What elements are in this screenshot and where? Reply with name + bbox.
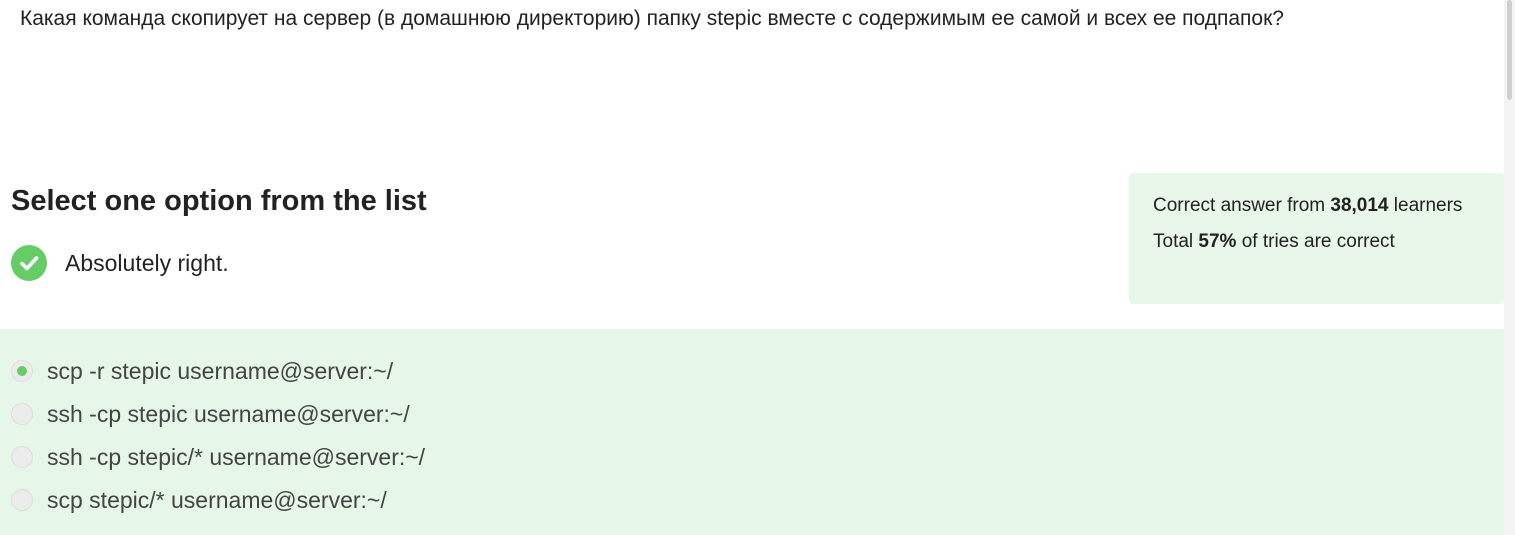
radio-dot (17, 366, 27, 376)
feedback-row: Absolutely right. (11, 245, 229, 281)
option-item[interactable]: scp stepic/* username@server:~/ (11, 485, 387, 515)
scrollbar-thumb[interactable] (1507, 0, 1512, 100)
stats-learners-suffix: learners (1388, 195, 1463, 216)
question-text: Какая команда скопирует на сервер (в дом… (20, 7, 1284, 30)
stats-total-prefix: Total (1153, 231, 1199, 252)
option-label: scp stepic/* username@server:~/ (47, 486, 387, 513)
stats-total-suffix: of tries are correct (1236, 231, 1395, 252)
quiz-page: Какая команда скопирует на сервер (в дом… (0, 0, 1515, 535)
vertical-scrollbar[interactable] (1504, 0, 1515, 535)
check-circle-icon (11, 245, 47, 281)
feedback-text: Absolutely right. (65, 249, 229, 276)
section-title: Select one option from the list (11, 185, 427, 217)
stats-panel: Correct answer from 38,014 learners Tota… (1129, 173, 1504, 304)
stats-total-correct: Total 57% of tries are correct (1153, 227, 1480, 257)
option-item[interactable]: ssh -cp stepic/* username@server:~/ (11, 442, 425, 472)
radio-button[interactable] (11, 446, 33, 468)
option-item[interactable]: ssh -cp stepic username@server:~/ (11, 399, 410, 429)
radio-button[interactable] (11, 403, 33, 425)
option-item[interactable]: scp -r stepic username@server:~/ (11, 356, 393, 386)
stats-percent: 57% (1198, 231, 1237, 252)
stats-correct-learners: Correct answer from 38,014 learners (1153, 191, 1480, 221)
option-label: ssh -cp stepic username@server:~/ (47, 400, 410, 427)
stats-correct-prefix: Correct answer from (1153, 195, 1331, 216)
option-label: scp -r stepic username@server:~/ (47, 357, 394, 384)
stats-learners-count: 38,014 (1330, 195, 1389, 216)
radio-button[interactable] (11, 489, 33, 511)
options-panel: scp -r stepic username@server:~/ ssh -cp… (0, 329, 1504, 535)
option-label: ssh -cp stepic/* username@server:~/ (47, 443, 426, 470)
radio-button[interactable] (11, 360, 33, 382)
